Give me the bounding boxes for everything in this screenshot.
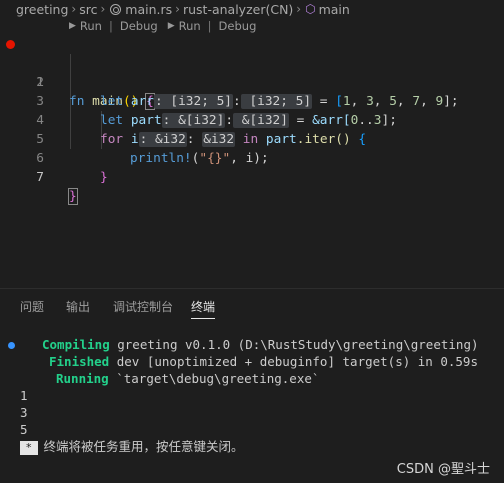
codelens-debug-link-2[interactable]: Debug: [219, 19, 257, 33]
code-lens: ▶ Run | Debug ▶ Run | Debug: [69, 19, 256, 33]
tab-output[interactable]: 输出: [66, 296, 90, 318]
breadcrumb-item-project[interactable]: greeting: [16, 2, 68, 17]
panel-divider: [0, 288, 504, 289]
watermark: CSDN @聖斗士: [396, 462, 490, 477]
code-text: }: [68, 188, 78, 205]
chevron-right-icon: ›: [100, 2, 106, 16]
terminal-output-line: 3: [20, 405, 28, 420]
breadcrumb: greeting › src › main.rs › rust-analyzer…: [0, 0, 504, 18]
terminal-line: Finished dev [unoptimized + debuginfo] t…: [49, 354, 478, 369]
code-line: 4 for i: &i32: &i32 in part.iter() {: [0, 92, 504, 147]
chevron-right-icon: ›: [175, 2, 180, 16]
code-line: 6 }: [0, 130, 504, 185]
function-cube-icon: ⬡: [305, 2, 316, 16]
chevron-right-icon: ›: [71, 2, 77, 16]
breadcrumb-item-symbol[interactable]: main: [319, 2, 350, 17]
breadcrumb-item-analyzer[interactable]: rust-analyzer(CN): [183, 2, 293, 17]
tab-debug-console[interactable]: 调试控制台: [113, 296, 173, 318]
code-line: 2 let arr: [i32; 5]: [i32; 5] = [1, 3, 5…: [0, 54, 504, 109]
play-icon: ▶: [69, 21, 76, 31]
terminal-line: Compiling greeting v0.1.0 (D:\RustStudy\…: [42, 337, 479, 352]
line-number: 7: [36, 170, 44, 185]
chevron-right-icon: ›: [296, 2, 302, 16]
breadcrumb-item-file[interactable]: main.rs: [125, 2, 172, 17]
code-line: 7 }: [0, 149, 504, 205]
tab-problems[interactable]: 问题: [20, 296, 44, 318]
code-line: 3 let part: &[i32]: &[i32] = &arr[0..3];: [0, 73, 504, 128]
codelens-separator: |: [108, 19, 113, 33]
codelens-run-link-2[interactable]: Run: [179, 19, 201, 33]
terminal-notice: * 终端将被任务重用，按任意键关闭。: [20, 438, 244, 455]
terminal-line: Running `target\debug\greeting.exe`: [56, 371, 320, 386]
code-text: }: [100, 170, 108, 185]
notice-badge: *: [20, 441, 38, 455]
terminal-output-line: 5: [20, 422, 28, 437]
terminal-output-line: 1: [20, 388, 28, 403]
panel-tabs: 问题 输出 调试控制台 终端: [0, 296, 504, 322]
codelens-separator: |: [207, 19, 212, 33]
code-editor[interactable]: 1 fn main() { 2 let arr: [i32; 5]: [i32;…: [0, 35, 504, 205]
tab-terminal[interactable]: 终端: [191, 296, 216, 319]
play-icon: ▶: [167, 21, 175, 31]
code-line: 1 fn main() {: [0, 35, 504, 110]
code-line: 5 println!("{}", i);: [0, 111, 504, 166]
codelens-debug-link[interactable]: Debug: [120, 19, 158, 33]
breakpoint-icon[interactable]: [6, 40, 15, 49]
rust-file-icon: [110, 3, 122, 15]
terminal-status-dot-icon: [8, 342, 15, 349]
codelens-run-link[interactable]: Run: [80, 19, 102, 33]
breadcrumb-item-src[interactable]: src: [79, 2, 97, 17]
